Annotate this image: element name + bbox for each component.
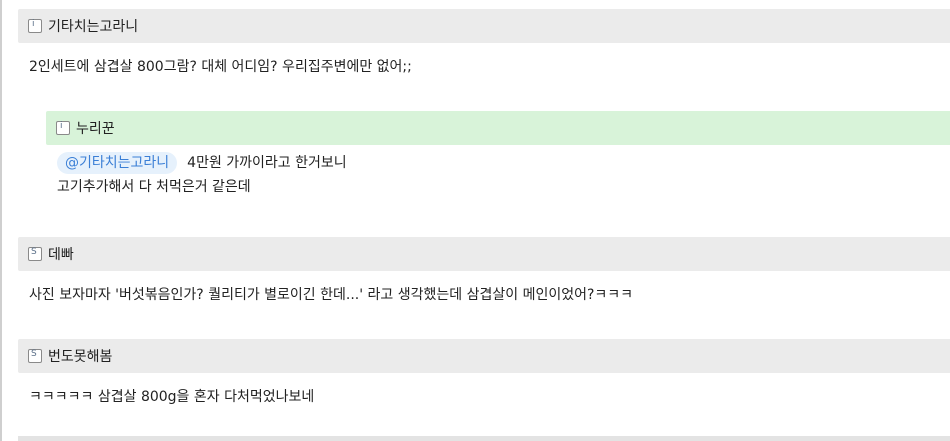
user-level-icon — [28, 247, 42, 261]
comment-author[interactable]: 누리꾼 — [76, 118, 115, 138]
comment-header: 기타치는고라니 — [18, 9, 950, 43]
comment-body: 사진 보자마자 '버섯볶음인가? 퀄리티가 별로이긴 한데...' 라고 생각했… — [29, 287, 634, 303]
comment-header: 번도못해봄 — [18, 339, 950, 373]
comment-header: 데빠 — [18, 237, 950, 271]
user-level-icon — [56, 121, 70, 135]
comment-1: 기타치는고라니 2인세트에 삼겹살 800그람? 대체 어디임? 우리집주변에만… — [18, 9, 950, 79]
user-level-icon — [28, 19, 42, 33]
mention-tag[interactable]: @기타치는고라니 — [57, 152, 178, 174]
comment-body: ㅋㅋㅋㅋㅋ 삼겹살 800g을 혼자 다처먹었나보네 — [29, 389, 315, 405]
comment-text-line1: 4만원 가까이라고 한거보니 — [187, 155, 347, 171]
comment-author[interactable]: 기타치는고라니 — [48, 16, 138, 36]
comment-text-line2: 고기추가해서 다 처먹은거 같은데 — [57, 179, 251, 195]
thread-left-rule — [0, 0, 2, 441]
next-comment-header-edge — [18, 436, 950, 441]
comment-author[interactable]: 데빠 — [48, 244, 74, 264]
user-level-icon — [28, 349, 42, 363]
comment-3: 데빠 사진 보자마자 '버섯볶음인가? 퀄리티가 별로이긴 한데...' 라고 … — [18, 237, 950, 307]
reply-comment: 누리꾼 @기타치는고라니 4만원 가까이라고 한거보니 고기추가해서 다 처먹은거… — [46, 111, 950, 199]
reply-header: 누리꾼 — [46, 111, 950, 145]
comment-author[interactable]: 번도못해봄 — [48, 346, 112, 366]
comment-4: 번도못해봄 ㅋㅋㅋㅋㅋ 삼겹살 800g을 혼자 다처먹었나보네 — [18, 339, 950, 409]
comment-body: 2인세트에 삼겹살 800그람? 대체 어디임? 우리집주변에만 없어;; — [29, 59, 412, 75]
comment-body: @기타치는고라니 4만원 가까이라고 한거보니 고기추가해서 다 처먹은거 같은데 — [46, 145, 950, 199]
